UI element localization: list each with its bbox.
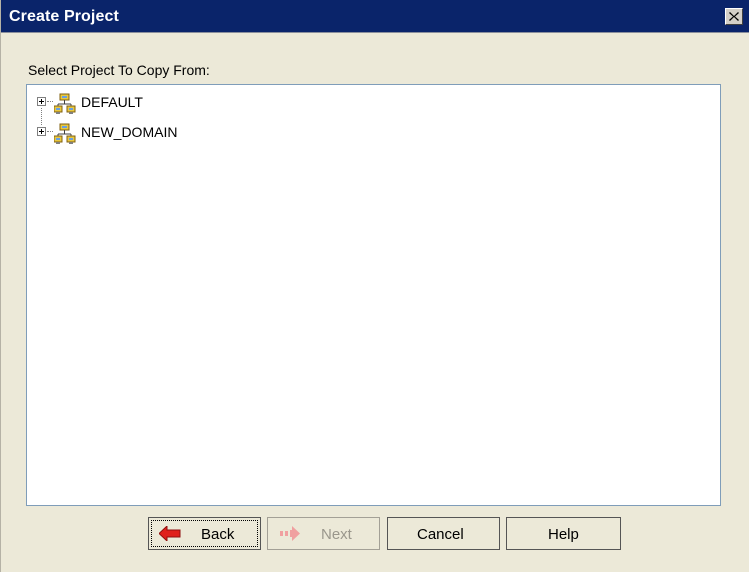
close-icon	[729, 12, 739, 21]
cancel-label: Cancel	[417, 526, 464, 543]
select-project-label: Select Project To Copy From:	[28, 62, 210, 78]
tree-connector	[41, 108, 42, 125]
back-arrow-icon	[159, 526, 181, 541]
tree-node-label[interactable]: NEW_DOMAIN	[81, 124, 177, 140]
expand-icon[interactable]	[37, 127, 46, 136]
tree-connector	[47, 131, 53, 132]
next-arrow-icon	[280, 526, 300, 541]
tree-node-label[interactable]: DEFAULT	[81, 94, 143, 110]
cancel-button[interactable]: Cancel	[387, 517, 500, 550]
back-label: Back	[201, 526, 235, 543]
network-domain-icon	[54, 93, 76, 114]
close-button[interactable]	[725, 8, 743, 25]
expand-icon[interactable]	[37, 97, 46, 106]
next-label: Next	[321, 526, 352, 543]
help-button[interactable]: Help	[506, 517, 621, 550]
project-tree[interactable]: DEFAULT NEW_DOMAIN	[26, 84, 721, 506]
back-button[interactable]: Back	[148, 517, 261, 550]
help-label: Help	[548, 526, 579, 543]
network-domain-icon	[54, 123, 76, 144]
window-title: Create Project	[9, 8, 119, 25]
create-project-dialog: Create Project Select Project To Copy Fr…	[0, 0, 749, 572]
title-bar: Create Project	[1, 0, 749, 33]
next-button: Next	[267, 517, 380, 550]
tree-connector	[47, 101, 53, 102]
